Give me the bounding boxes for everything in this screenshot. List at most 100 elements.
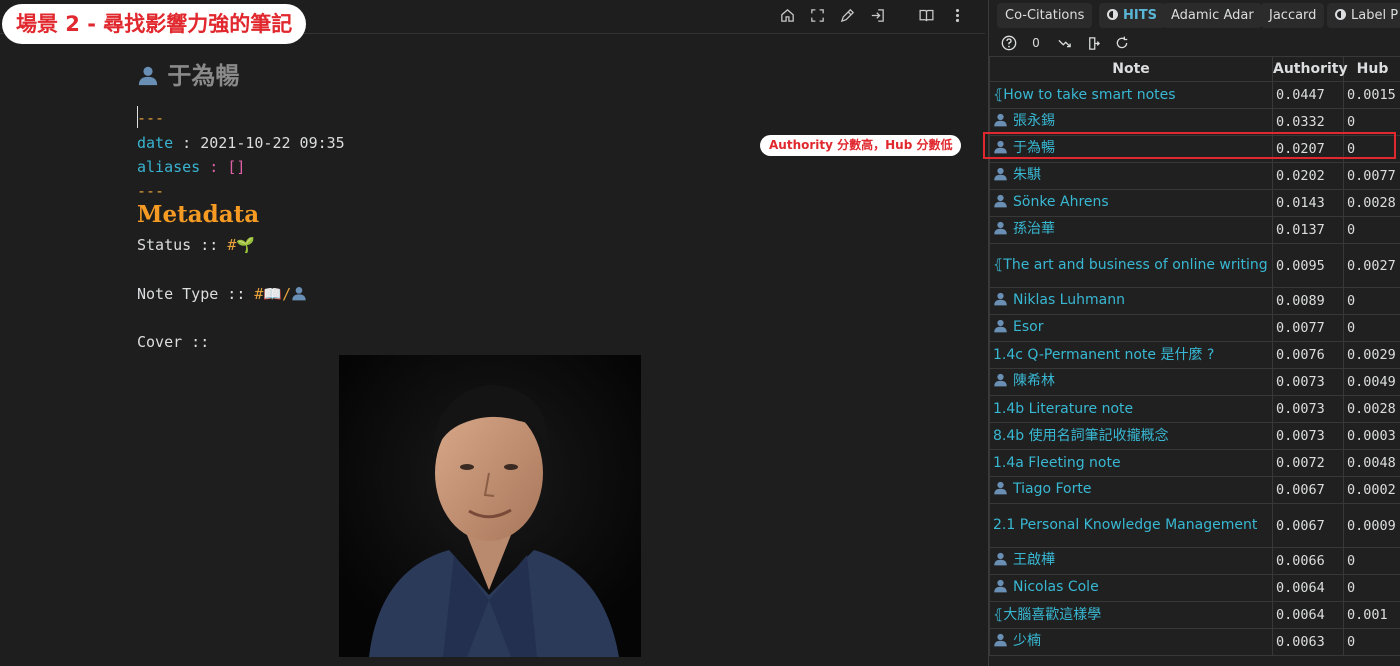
book-icon[interactable]: [915, 4, 937, 26]
date-separator: :: [173, 134, 201, 152]
note-title-text: 于為暢: [167, 62, 240, 90]
hub-score: 0.0077: [1343, 162, 1400, 190]
note-link[interactable]: Esor: [989, 314, 1273, 342]
expand-icon[interactable]: [806, 4, 828, 26]
person-icon: [993, 112, 1008, 134]
person-icon: [291, 285, 307, 305]
table-row[interactable]: ⦃How to take smart notes 0.0447 0.0015: [989, 81, 1400, 109]
status-tag[interactable]: #🌱: [227, 236, 255, 254]
note-link[interactable]: 8.4b 使用名詞筆記收攏概念: [989, 422, 1273, 450]
note-link[interactable]: ⦃How to take smart notes: [989, 81, 1273, 109]
note-link[interactable]: Tiago Forte: [989, 476, 1273, 504]
note-link[interactable]: 1.4b Literature note: [989, 395, 1273, 423]
authority-score: 0.0207: [1272, 135, 1344, 163]
column-header-hub[interactable]: Hub: [1343, 56, 1400, 82]
book-prefix-icon: ⦃: [993, 606, 1004, 623]
person-icon: [993, 632, 1008, 654]
authority-score: 0.0064: [1272, 574, 1344, 602]
hits-icon: [1107, 9, 1118, 20]
analysis-tabs: Co-Citations HITS Adamic Adar Jaccard La…: [989, 0, 1400, 31]
authority-score: 0.0066: [1272, 547, 1344, 575]
hub-score: 0: [1343, 216, 1400, 244]
aliases-key: aliases: [137, 158, 201, 176]
authority-score: 0.0064: [1272, 601, 1344, 629]
note-name: 陳希林: [1013, 372, 1055, 389]
table-row[interactable]: 于為暢 0.0207 0: [989, 135, 1400, 163]
tab-label-label: Label P: [1351, 8, 1399, 23]
table-row[interactable]: 朱騏 0.0202 0.0077: [989, 162, 1400, 190]
note-link[interactable]: 1.4a Fleeting note: [989, 449, 1273, 477]
table-row[interactable]: 張永錫 0.0332 0: [989, 108, 1400, 136]
person-icon: [993, 551, 1008, 573]
table-row[interactable]: 孫治華 0.0137 0: [989, 216, 1400, 244]
note-link[interactable]: 少楠: [989, 628, 1273, 656]
open-icon[interactable]: [866, 4, 888, 26]
table-row[interactable]: 1.4a Fleeting note 0.0072 0.0048: [989, 449, 1400, 477]
refresh-icon[interactable]: [1113, 34, 1131, 52]
hub-score: 0.0029: [1343, 341, 1400, 369]
column-header-authority[interactable]: Authority: [1272, 56, 1348, 82]
table-row[interactable]: Sönke Ahrens 0.0143 0.0028: [989, 189, 1400, 217]
home-icon[interactable]: [776, 4, 798, 26]
table-row[interactable]: Tiago Forte 0.0067 0.0002: [989, 476, 1400, 504]
note-link[interactable]: Sönke Ahrens: [989, 189, 1273, 217]
tab-co-citations[interactable]: Co-Citations: [997, 3, 1093, 28]
help-icon[interactable]: [1000, 34, 1018, 52]
person-icon: [993, 193, 1008, 215]
hub-score: 0.0028: [1343, 395, 1400, 423]
note-link[interactable]: Nicolas Cole: [989, 574, 1273, 602]
table-row[interactable]: Nicolas Cole 0.0064 0: [989, 574, 1400, 602]
tab-jaccard[interactable]: Jaccard: [1261, 3, 1325, 28]
note-link[interactable]: 孫治華: [989, 216, 1273, 244]
tab-adamic-adar[interactable]: Adamic Adar: [1163, 3, 1262, 28]
table-row[interactable]: 8.4b 使用名詞筆記收攏概念 0.0073 0.0003: [989, 422, 1400, 450]
table-row[interactable]: 陳希林 0.0073 0.0049: [989, 368, 1400, 396]
note-link[interactable]: Niklas Luhmann: [989, 287, 1273, 315]
sort-icon[interactable]: [1055, 34, 1073, 52]
export-icon[interactable]: [1084, 34, 1102, 52]
table-row[interactable]: Esor 0.0077 0: [989, 314, 1400, 342]
note-link[interactable]: 2.1 Personal Knowledge Management: [989, 503, 1273, 548]
note-link[interactable]: 于為暢: [989, 135, 1273, 163]
table-row[interactable]: 1.4b Literature note 0.0073 0.0028: [989, 395, 1400, 423]
note-name: 朱騏: [1013, 166, 1041, 183]
person-icon: [993, 166, 1008, 188]
note-link[interactable]: ⦃大腦喜歡這樣學: [989, 601, 1273, 629]
analysis-toolbar: 0: [989, 31, 1400, 56]
tab-hits[interactable]: HITS: [1099, 3, 1165, 28]
table-row[interactable]: 王啟樺 0.0066 0: [989, 547, 1400, 575]
edit-icon[interactable]: [836, 4, 858, 26]
table-header-row: Note Authority Hub: [989, 56, 1400, 82]
status-line[interactable]: Status :: #🌱: [137, 236, 255, 254]
table-row[interactable]: 1.4c Q-Permanent note 是什麼 ? 0.0076 0.0029: [989, 341, 1400, 369]
note-link[interactable]: 陳希林: [989, 368, 1273, 396]
authority-score: 0.0332: [1272, 108, 1344, 136]
table-row[interactable]: 2.1 Personal Knowledge Management 0.0067 0…: [989, 503, 1400, 548]
note-link[interactable]: 張永錫: [989, 108, 1273, 136]
authority-score: 0.0202: [1272, 162, 1344, 190]
more-icon[interactable]: [946, 4, 968, 26]
authority-score: 0.0072: [1272, 449, 1344, 477]
tab-label-propagation[interactable]: Label P: [1327, 3, 1400, 28]
note-link[interactable]: 王啟樺: [989, 547, 1273, 575]
frontmatter-aliases[interactable]: aliases : []: [137, 158, 245, 176]
note-link[interactable]: 1.4c Q-Permanent note 是什麼 ?: [989, 341, 1273, 369]
note-type-line[interactable]: Note Type :: #📖/: [137, 285, 307, 305]
table-row[interactable]: 少楠 0.0063 0: [989, 628, 1400, 656]
frontmatter-date[interactable]: date : 2021-10-22 09:35: [137, 134, 345, 152]
column-header-note[interactable]: Note: [989, 56, 1273, 82]
table-row[interactable]: ⦃大腦喜歡這樣學 0.0064 0.001: [989, 601, 1400, 629]
status-label: Status ::: [137, 236, 228, 254]
note-link[interactable]: ⦃The art and business of online writing: [989, 243, 1273, 288]
authority-score: 0.0073: [1272, 368, 1344, 396]
table-row[interactable]: Niklas Luhmann 0.0089 0: [989, 287, 1400, 315]
note-type-tag[interactable]: #📖/: [254, 285, 291, 303]
note-name: 1.4c Q-Permanent note 是什麼 ?: [993, 346, 1215, 363]
authority-score: 0.0095: [1272, 243, 1344, 288]
hub-score: 0.0009: [1343, 503, 1400, 548]
table-row[interactable]: ⦃The art and business of online writing 0…: [989, 243, 1400, 288]
person-icon: [993, 139, 1008, 161]
note-link[interactable]: 朱騏: [989, 162, 1273, 190]
person-icon: [993, 318, 1008, 340]
authority-score: 0.0067: [1272, 476, 1344, 504]
